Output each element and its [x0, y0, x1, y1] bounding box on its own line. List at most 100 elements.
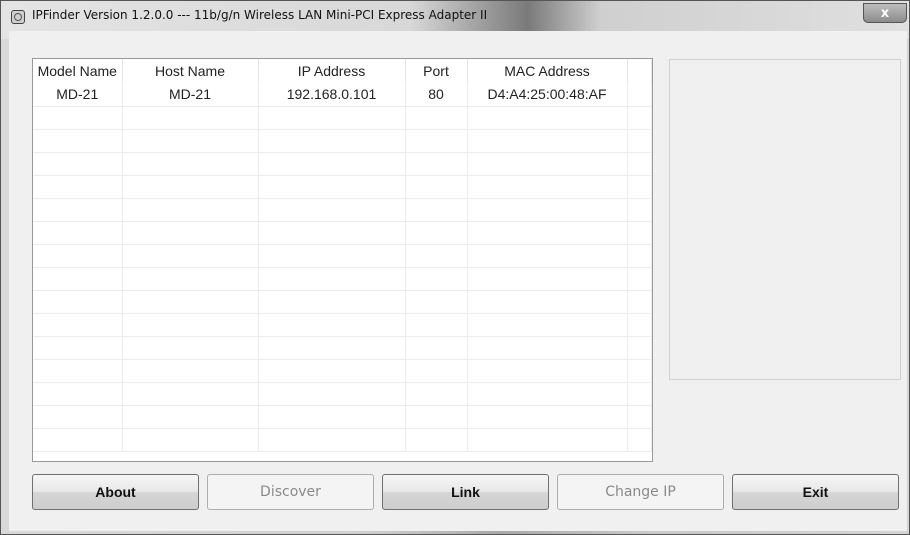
empty-cell [258, 336, 406, 360]
empty-cell [258, 244, 406, 268]
exit-button[interactable]: Exit [732, 474, 899, 510]
about-button[interactable]: About [32, 474, 199, 510]
empty-cell [258, 129, 406, 153]
empty-cell [467, 336, 628, 360]
empty-cell [33, 336, 123, 360]
empty-cell [122, 313, 259, 337]
empty-cell [467, 175, 628, 199]
cell-port: 80 [405, 83, 468, 107]
empty-cell [122, 405, 259, 429]
link-button[interactable]: Link [382, 474, 549, 510]
empty-cell [627, 129, 652, 153]
empty-table-row [33, 198, 652, 222]
column-header-model-name[interactable]: Model Name [33, 59, 123, 83]
empty-cell [258, 198, 406, 222]
column-header-filler [627, 59, 652, 83]
column-header-mac-address[interactable]: MAC Address [467, 59, 628, 83]
empty-cell [405, 405, 468, 429]
empty-cell [33, 405, 123, 429]
empty-cell [33, 221, 123, 245]
empty-cell [122, 129, 259, 153]
empty-cell [33, 106, 123, 130]
empty-cell [627, 313, 652, 337]
empty-cell [33, 359, 123, 383]
empty-table-row [33, 175, 652, 199]
device-table: Model Name Host Name IP Address Port MAC… [33, 59, 652, 452]
empty-cell [258, 221, 406, 245]
empty-cell [122, 336, 259, 360]
empty-cell [122, 152, 259, 176]
cell-mac-address: D4:A4:25:00:48:AF [467, 83, 628, 107]
column-header-host-name[interactable]: Host Name [122, 59, 259, 83]
empty-cell [627, 405, 652, 429]
empty-table-row [33, 267, 652, 291]
empty-cell [258, 152, 406, 176]
empty-cell [467, 267, 628, 291]
empty-cell [33, 267, 123, 291]
empty-table-row [33, 152, 652, 176]
empty-cell [258, 359, 406, 383]
empty-cell [122, 428, 259, 452]
empty-cell [467, 106, 628, 130]
empty-cell [405, 382, 468, 406]
empty-table-row [33, 359, 652, 383]
table-row[interactable]: MD-21 MD-21 192.168.0.101 80 D4:A4:25:00… [33, 83, 652, 107]
empty-cell [627, 428, 652, 452]
empty-cell [627, 267, 652, 291]
empty-cell [627, 175, 652, 199]
table-header-row: Model Name Host Name IP Address Port MAC… [33, 59, 652, 83]
empty-cell [405, 428, 468, 452]
empty-table-row [33, 405, 652, 429]
empty-cell [122, 359, 259, 383]
empty-cell [467, 290, 628, 314]
device-rows: MD-21 MD-21 192.168.0.101 80 D4:A4:25:00… [33, 83, 652, 452]
empty-cell [627, 198, 652, 222]
empty-cell [258, 313, 406, 337]
empty-cell [258, 175, 406, 199]
empty-cell [122, 221, 259, 245]
discover-button[interactable]: Discover [207, 474, 374, 510]
empty-cell [627, 221, 652, 245]
empty-cell [405, 175, 468, 199]
empty-cell [405, 336, 468, 360]
empty-cell [405, 106, 468, 130]
empty-table-row [33, 313, 652, 337]
column-header-port[interactable]: Port [405, 59, 468, 83]
empty-cell [467, 405, 628, 429]
app-icon[interactable] [11, 10, 25, 24]
empty-table-row [33, 129, 652, 153]
empty-cell [467, 244, 628, 268]
empty-cell [467, 428, 628, 452]
empty-cell [405, 221, 468, 245]
empty-cell [405, 359, 468, 383]
empty-cell [33, 129, 123, 153]
empty-cell [627, 336, 652, 360]
empty-cell [627, 106, 652, 130]
empty-cell [627, 152, 652, 176]
empty-cell [33, 428, 123, 452]
change-ip-button[interactable]: Change IP [557, 474, 724, 510]
empty-cell [405, 244, 468, 268]
empty-cell [33, 244, 123, 268]
empty-cell [405, 313, 468, 337]
close-button[interactable]: x [863, 3, 907, 23]
device-list[interactable]: Model Name Host Name IP Address Port MAC… [32, 58, 653, 462]
empty-cell [405, 198, 468, 222]
column-header-ip-address[interactable]: IP Address [258, 59, 406, 83]
empty-table-row [33, 106, 652, 130]
empty-cell [467, 313, 628, 337]
cell-filler [627, 83, 652, 107]
empty-cell [258, 382, 406, 406]
empty-table-row [33, 290, 652, 314]
empty-cell [33, 382, 123, 406]
empty-cell [467, 198, 628, 222]
cell-model-name: MD-21 [33, 83, 123, 107]
empty-cell [405, 290, 468, 314]
empty-cell [467, 221, 628, 245]
ipfinder-window: IPFinder Version 1.2.0.0 --- 11b/g/n Wir… [0, 0, 910, 535]
empty-cell [405, 152, 468, 176]
empty-cell [467, 129, 628, 153]
empty-cell [627, 290, 652, 314]
empty-table-row [33, 428, 652, 452]
empty-table-row [33, 382, 652, 406]
